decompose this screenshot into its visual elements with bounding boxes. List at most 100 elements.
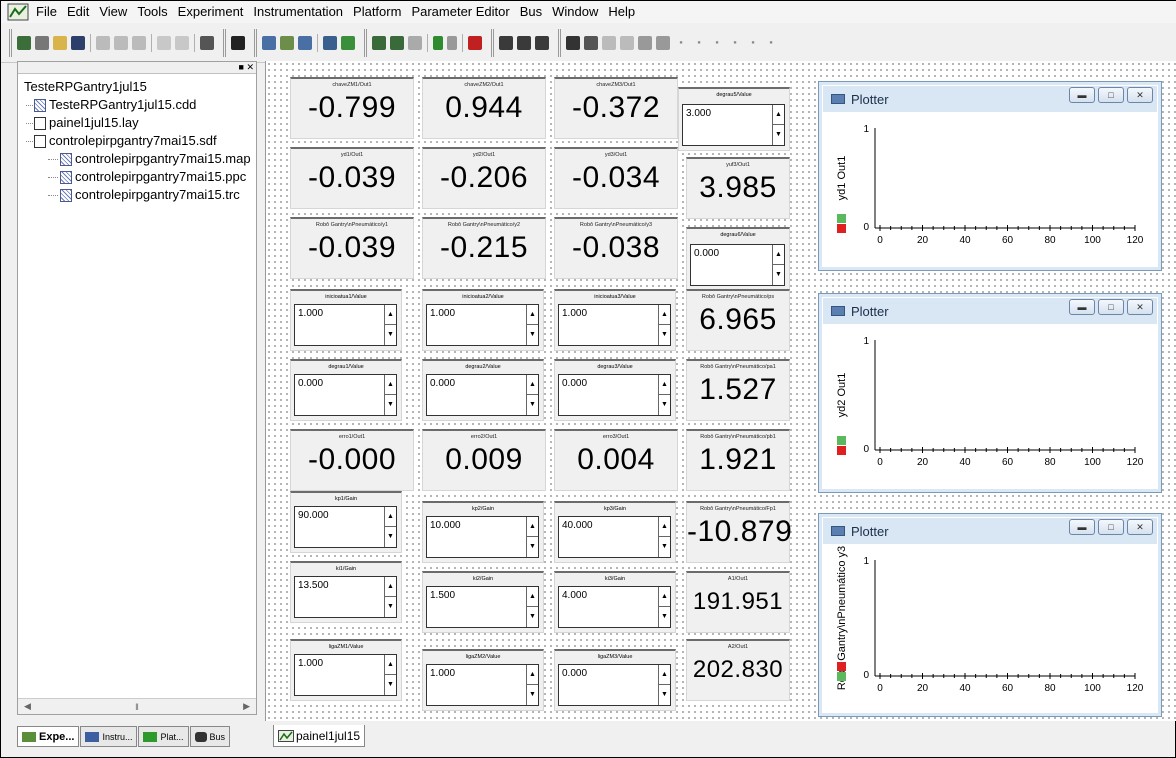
can-icon[interactable]: ▪	[673, 39, 689, 46]
menu-bus[interactable]: Bus	[515, 1, 547, 23]
menu-view[interactable]: View	[94, 1, 132, 23]
tab-instrumentation[interactable]: Instru...	[80, 726, 138, 747]
tree-item-trc[interactable]: controlepirpgantry7mai15.trc	[24, 186, 256, 204]
ki2-field[interactable]: 1.500 ▲ ▼	[426, 586, 539, 628]
spin-up-icon[interactable]: ▲	[659, 305, 670, 325]
degrau1-field[interactable]: 0.000 ▲ ▼	[294, 374, 397, 416]
spin-buttons[interactable]: ▲ ▼	[526, 375, 538, 415]
tab-platform[interactable]: Plat...	[138, 726, 189, 747]
kp2-field[interactable]: 10.000 ▲ ▼	[426, 516, 539, 558]
instrument-4-icon[interactable]	[323, 35, 337, 50]
spin-buttons[interactable]: ▲ ▼	[658, 587, 670, 627]
menu-file[interactable]: File	[31, 1, 62, 23]
spin-buttons[interactable]: ▲ ▼	[658, 305, 670, 345]
spin-buttons[interactable]: ▲ ▼	[526, 665, 538, 705]
ligaZM1-field[interactable]: 1.000 ▲ ▼	[294, 654, 397, 696]
spin-down-icon[interactable]: ▼	[385, 527, 396, 547]
spin-up-icon[interactable]: ▲	[385, 375, 396, 395]
spin-down-icon[interactable]: ▼	[659, 537, 670, 557]
spin-up-icon[interactable]: ▲	[659, 587, 670, 607]
minimize-icon[interactable]: ▬	[1069, 519, 1095, 535]
spin-buttons[interactable]: ▲ ▼	[384, 305, 396, 345]
spin-down-icon[interactable]: ▼	[527, 685, 538, 705]
minimize-icon[interactable]: ▬	[1069, 299, 1095, 315]
spin-buttons[interactable]: ▲ ▼	[526, 587, 538, 627]
legend-swatch[interactable]	[837, 446, 846, 455]
menu-experiment[interactable]: Experiment	[173, 1, 249, 23]
spin-buttons[interactable]: ▲ ▼	[384, 655, 396, 695]
spin-down-icon[interactable]: ▼	[659, 685, 670, 705]
spin-up-icon[interactable]: ▲	[385, 655, 396, 675]
spin-up-icon[interactable]: ▲	[527, 587, 538, 607]
tree-item-map[interactable]: controlepirpgantry7mai15.map	[24, 150, 256, 168]
ki1-field[interactable]: 13.500 ▲ ▼	[294, 576, 397, 618]
inicioatua3-field[interactable]: 1.000 ▲ ▼	[558, 304, 671, 346]
plot-area[interactable]: 100 20 40 60 80 100 120Robô Gantry\nPneumático…	[825, 546, 1155, 712]
spin-buttons[interactable]: ▲ ▼	[384, 577, 396, 617]
spin-down-icon[interactable]: ▼	[659, 607, 670, 627]
spin-down-icon[interactable]: ▼	[527, 395, 538, 415]
degrau3-field[interactable]: 0.000 ▲ ▼	[558, 374, 671, 416]
record-icon[interactable]	[468, 35, 482, 50]
minimize-icon[interactable]: ▬	[1069, 87, 1095, 103]
can-fd-icon[interactable]: ▪	[691, 39, 707, 46]
inicioatua2-field[interactable]: 1.000 ▲ ▼	[426, 304, 539, 346]
legend-swatch[interactable]	[837, 224, 846, 233]
spin-up-icon[interactable]: ▲	[773, 245, 784, 265]
spin-down-icon[interactable]: ▼	[659, 325, 670, 345]
spin-up-icon[interactable]: ▲	[527, 517, 538, 537]
spin-down-icon[interactable]: ▼	[385, 395, 396, 415]
rep-icon[interactable]: ▪	[745, 39, 761, 46]
save-icon[interactable]	[71, 35, 85, 50]
close-icon[interactable]	[620, 35, 634, 50]
tab-layout-painel1jul15[interactable]: painel1jul15	[273, 725, 366, 747]
spin-down-icon[interactable]: ▼	[527, 537, 538, 557]
degrau6-field[interactable]: 0.000 ▲ ▼	[690, 244, 785, 286]
spin-buttons[interactable]: ▲ ▼	[526, 305, 538, 345]
tree-root[interactable]: TesteRPGantry1jul15	[24, 78, 256, 96]
spin-buttons[interactable]: ▲ ▼	[384, 507, 396, 547]
spin-down-icon[interactable]: ▼	[385, 325, 396, 345]
spin-buttons[interactable]: ▲ ▼	[772, 245, 784, 285]
tab-experiment[interactable]: Expe...	[17, 726, 80, 747]
menu-edit[interactable]: Edit	[62, 1, 94, 23]
redo-icon[interactable]	[175, 35, 189, 50]
rep-2-icon[interactable]: ▪	[763, 39, 779, 46]
spin-up-icon[interactable]: ▲	[527, 305, 538, 325]
context-help-icon[interactable]	[231, 35, 245, 50]
go-online-icon[interactable]	[390, 35, 404, 50]
spin-down-icon[interactable]: ▼	[385, 597, 396, 617]
gear-icon[interactable]	[566, 35, 580, 50]
bus-monitor-icon[interactable]	[602, 35, 616, 50]
panel-close-icon[interactable]: ■ ✕	[239, 62, 254, 73]
spin-down-icon[interactable]: ▼	[773, 125, 784, 145]
measure-icon[interactable]	[408, 35, 422, 50]
kp3-field[interactable]: 40.000 ▲ ▼	[558, 516, 671, 558]
tab-bus[interactable]: Bus	[189, 726, 231, 747]
degrau2-field[interactable]: 0.000 ▲ ▼	[426, 374, 539, 416]
menu-platform[interactable]: Platform	[348, 1, 406, 23]
plot-area[interactable]: 100 20 40 60 80 100 120yd1 Out1	[825, 114, 1155, 264]
instrument-1-icon[interactable]	[262, 35, 276, 50]
maximize-icon[interactable]: □	[1098, 87, 1124, 103]
menu-tools[interactable]: Tools	[132, 1, 172, 23]
tree-item-lay[interactable]: painel1jul15.lay	[24, 114, 256, 132]
legend-swatch[interactable]	[837, 662, 846, 671]
spin-up-icon[interactable]: ▲	[659, 375, 670, 395]
bus-tool-icon[interactable]	[638, 35, 652, 50]
bus-node-icon[interactable]	[656, 35, 670, 50]
horizontal-scrollbar[interactable]: ◀ ‖ ▶	[18, 698, 256, 714]
tree-item-sdf[interactable]: controlepirpgantry7mai15.sdf	[24, 132, 256, 150]
spin-buttons[interactable]: ▲ ▼	[658, 665, 670, 705]
menu-help[interactable]: Help	[603, 1, 640, 23]
spin-down-icon[interactable]: ▼	[527, 607, 538, 627]
legend-swatch[interactable]	[837, 672, 846, 681]
spin-up-icon[interactable]: ▲	[773, 105, 784, 125]
spin-down-icon[interactable]: ▼	[659, 395, 670, 415]
ligaZM2-field[interactable]: 1.000 ▲ ▼	[426, 664, 539, 706]
plot-area[interactable]: 100 20 40 60 80 100 120yd2 Out1	[825, 326, 1155, 486]
play-icon[interactable]	[433, 35, 443, 50]
spin-buttons[interactable]: ▲ ▼	[658, 375, 670, 415]
cut-icon[interactable]	[96, 35, 110, 50]
scroll-left-icon[interactable]: ◀	[24, 701, 31, 712]
